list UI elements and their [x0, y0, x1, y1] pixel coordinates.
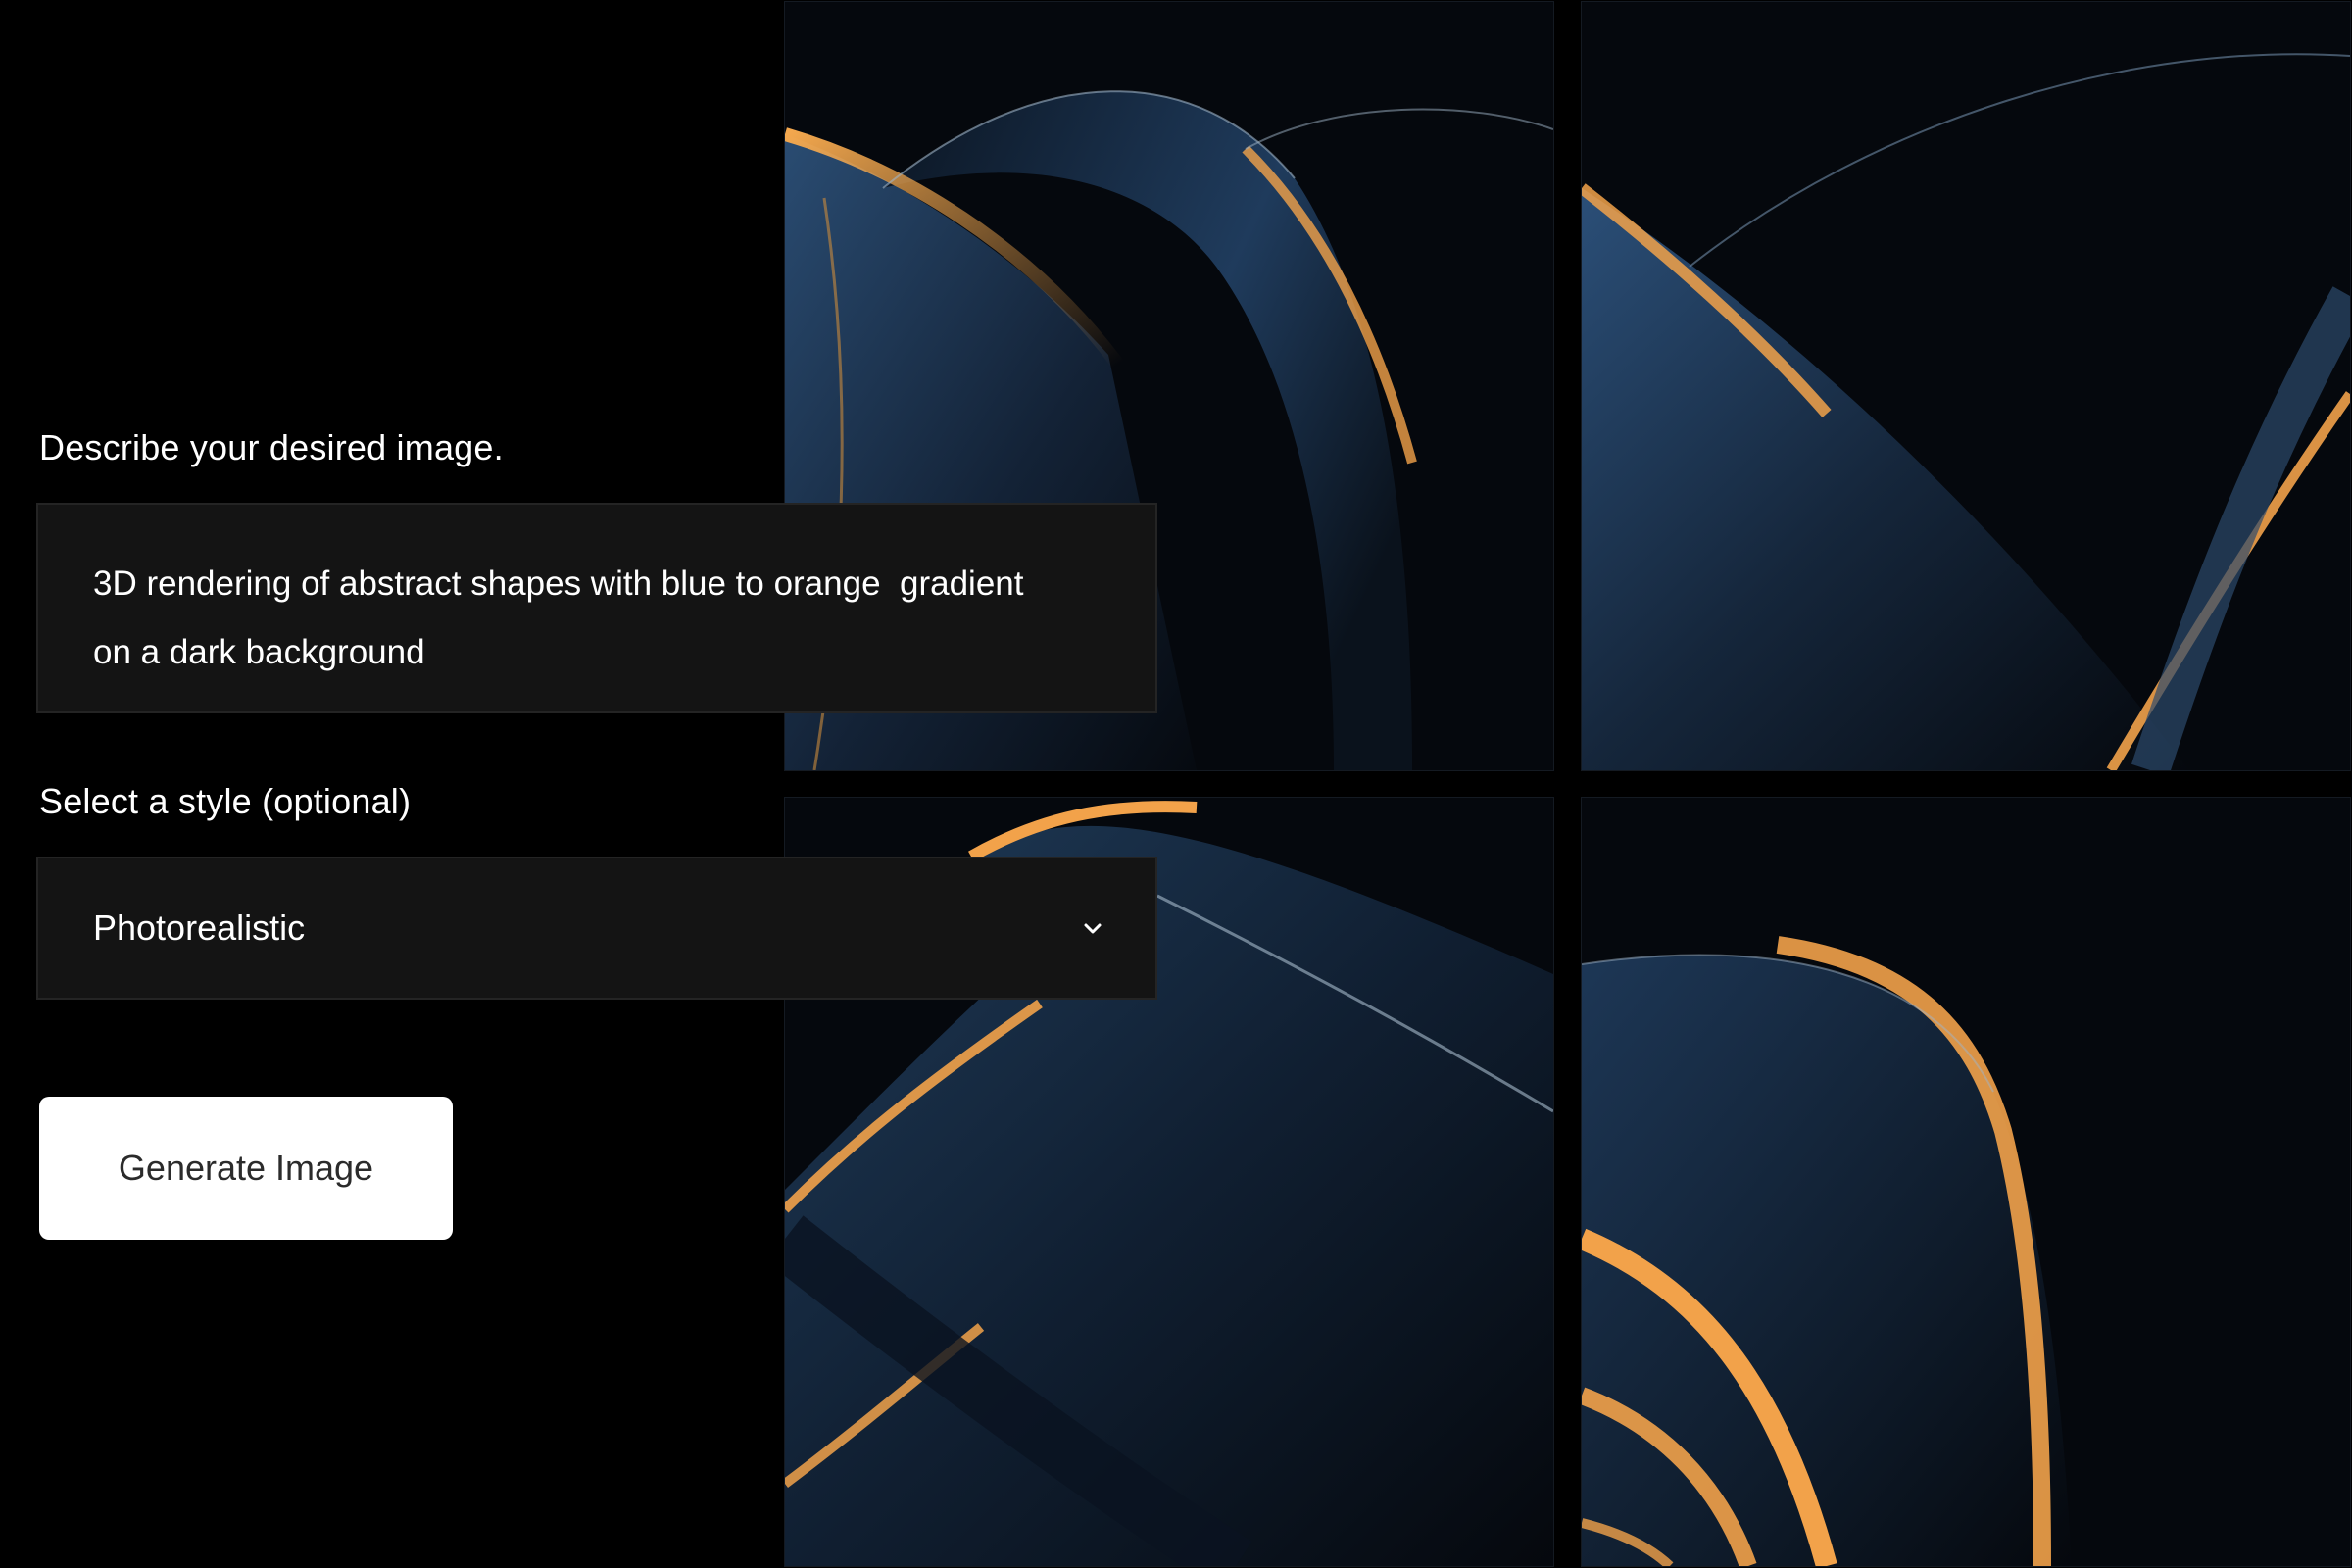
prompt-textarea[interactable]: 3D rendering of abstract shapes with blu… [36, 503, 1157, 713]
style-select[interactable]: Photorealistic [36, 857, 1157, 1000]
style-selected-value: Photorealistic [93, 907, 306, 948]
generated-image-2[interactable] [1581, 1, 2351, 771]
generated-image-4[interactable] [1581, 797, 2351, 1567]
generate-image-button[interactable]: Generate Image [39, 1097, 453, 1240]
prompt-label: Describe your desired image. [39, 427, 504, 467]
abstract-shape-image-4 [1582, 798, 2350, 1566]
page: Describe your desired image. 3D renderin… [0, 0, 2352, 1568]
abstract-shape-image-2 [1582, 2, 2350, 770]
chevron-down-icon [1081, 916, 1104, 940]
style-label: Select a style (optional) [39, 781, 412, 821]
